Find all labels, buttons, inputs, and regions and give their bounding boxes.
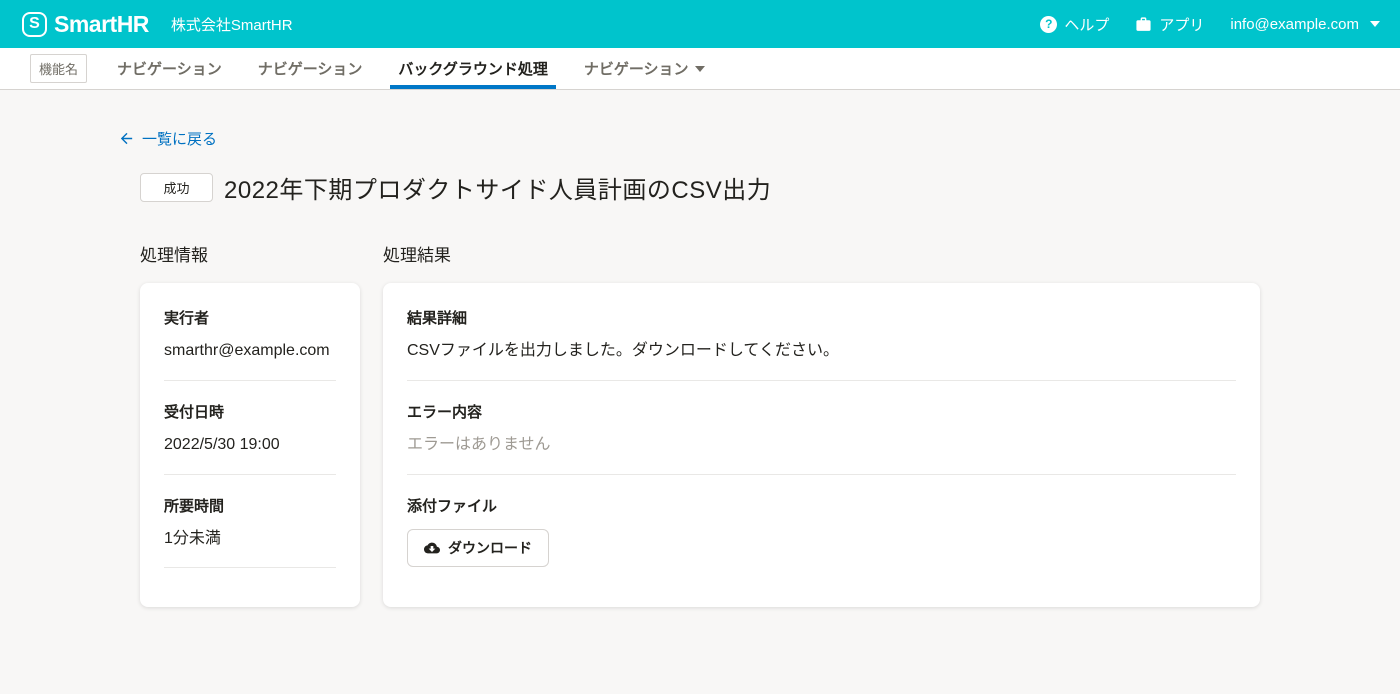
status-badge: 成功 [140,173,213,202]
tab-navigation-dropdown[interactable]: ナビゲーション [566,48,723,89]
process-result-card: 結果詳細 CSVファイルを出力しました。ダウンロードしてください。 エラー内容 … [383,283,1260,607]
apps-button[interactable]: アプリ [1135,14,1204,35]
info-item-executor: 実行者 smarthr@example.com [164,307,336,381]
info-term: 実行者 [164,307,336,328]
cloud-download-icon [424,540,440,556]
result-value: CSVファイルを出力しました。ダウンロードしてください。 [407,339,1236,364]
smarthr-logo[interactable]: S SmartHR [22,11,149,38]
arrow-left-icon [118,130,135,147]
result-item-attachment: 添付ファイル ダウンロード [407,475,1236,583]
back-to-list-link[interactable]: 一覧に戻る [118,128,217,149]
account-menu[interactable]: info@example.com [1230,16,1380,33]
process-info-card: 実行者 smarthr@example.com 受付日時 2022/5/30 1… [140,283,360,607]
chevron-down-icon [1370,21,1380,27]
info-item-duration: 所要時間 1分未満 [164,475,336,569]
briefcase-icon [1135,16,1152,33]
smarthr-logo-icon: S [22,12,47,37]
help-icon: ? [1040,16,1057,33]
result-item-errors: エラー内容 エラーはありません [407,381,1236,475]
tab-navigation-1[interactable]: ナビゲーション [99,48,240,89]
help-label: ヘルプ [1064,14,1109,35]
tenant-name: 株式会社SmartHR [171,14,293,35]
info-value: smarthr@example.com [164,339,336,364]
main-content: 一覧に戻る 成功 2022年下期プロダクトサイド人員計画のCSV出力 処理情報 … [140,90,1260,607]
apps-label: アプリ [1159,14,1204,35]
info-term: 所要時間 [164,495,336,516]
tab-background-processing[interactable]: バックグラウンド処理 [380,48,565,89]
chevron-down-icon [695,66,705,72]
info-term: 受付日時 [164,401,336,422]
tab-navigation-2[interactable]: ナビゲーション [240,48,381,89]
result-value-muted: エラーはありません [407,433,1236,458]
app-header: S SmartHR 株式会社SmartHR ? ヘルプ アプリ info@exa… [0,0,1400,48]
download-button[interactable]: ダウンロード [407,529,549,567]
info-value: 1分未満 [164,527,336,552]
process-info-section: 処理情報 実行者 smarthr@example.com 受付日時 2022/5… [140,241,360,607]
result-term: エラー内容 [407,401,1236,422]
help-button[interactable]: ? ヘルプ [1040,14,1109,35]
result-item-detail: 結果詳細 CSVファイルを出力しました。ダウンロードしてください。 [407,307,1236,381]
result-term: 添付ファイル [407,495,1236,516]
process-result-heading: 処理結果 [383,241,1260,266]
process-info-heading: 処理情報 [140,241,360,266]
info-value: 2022/5/30 19:00 [164,433,336,458]
feature-name-badge: 機能名 [30,54,87,83]
page-title: 2022年下期プロダクトサイド人員計画のCSV出力 [224,170,771,205]
download-label: ダウンロード [448,538,532,558]
tab-navigation: 機能名 ナビゲーション ナビゲーション バックグラウンド処理 ナビゲーション [0,48,1400,90]
account-email: info@example.com [1230,16,1359,33]
process-result-section: 処理結果 結果詳細 CSVファイルを出力しました。ダウンロードしてください。 エ… [383,241,1260,607]
smarthr-logo-text: SmartHR [54,11,149,38]
info-item-received-at: 受付日時 2022/5/30 19:00 [164,381,336,475]
result-term: 結果詳細 [407,307,1236,328]
